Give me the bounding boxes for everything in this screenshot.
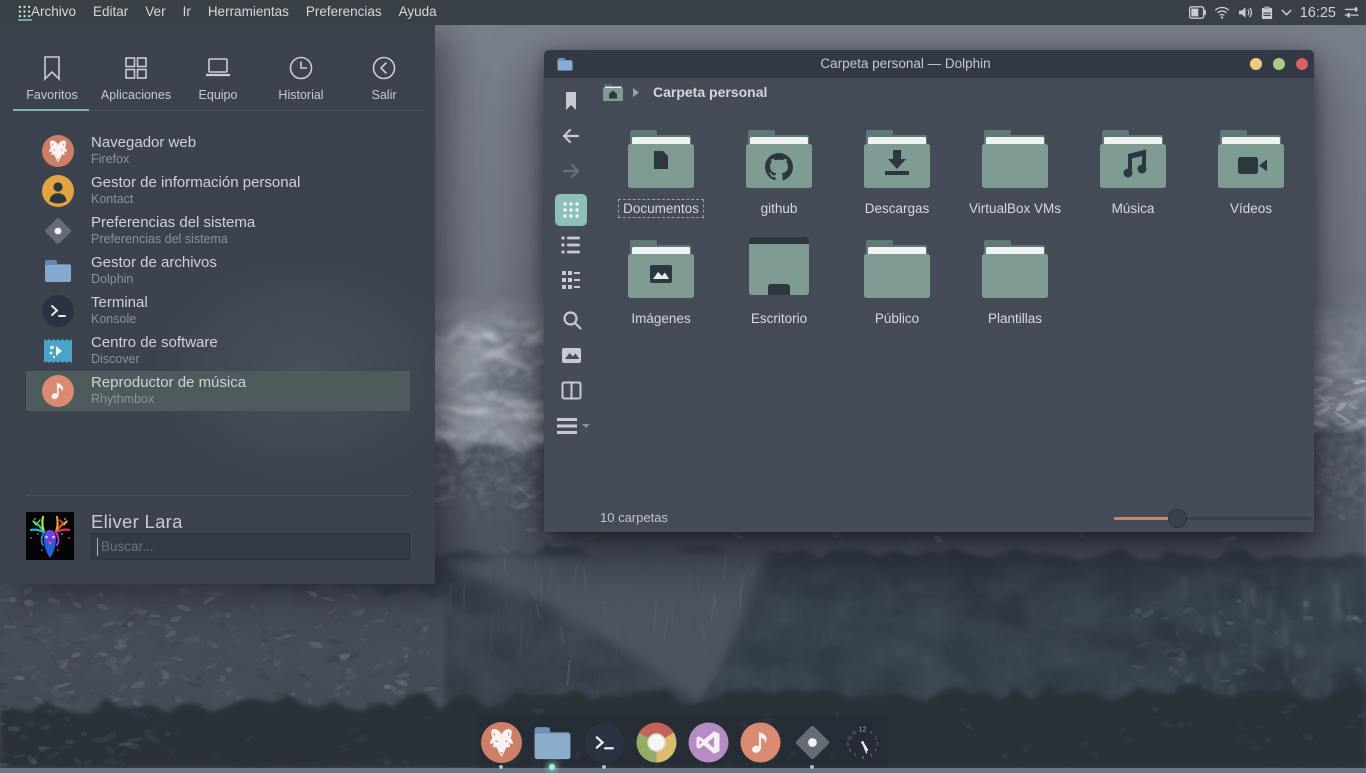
svg-text:12: 12 bbox=[859, 727, 867, 734]
svg-text:10: 10 bbox=[847, 736, 853, 741]
svg-text:11: 11 bbox=[852, 730, 857, 735]
